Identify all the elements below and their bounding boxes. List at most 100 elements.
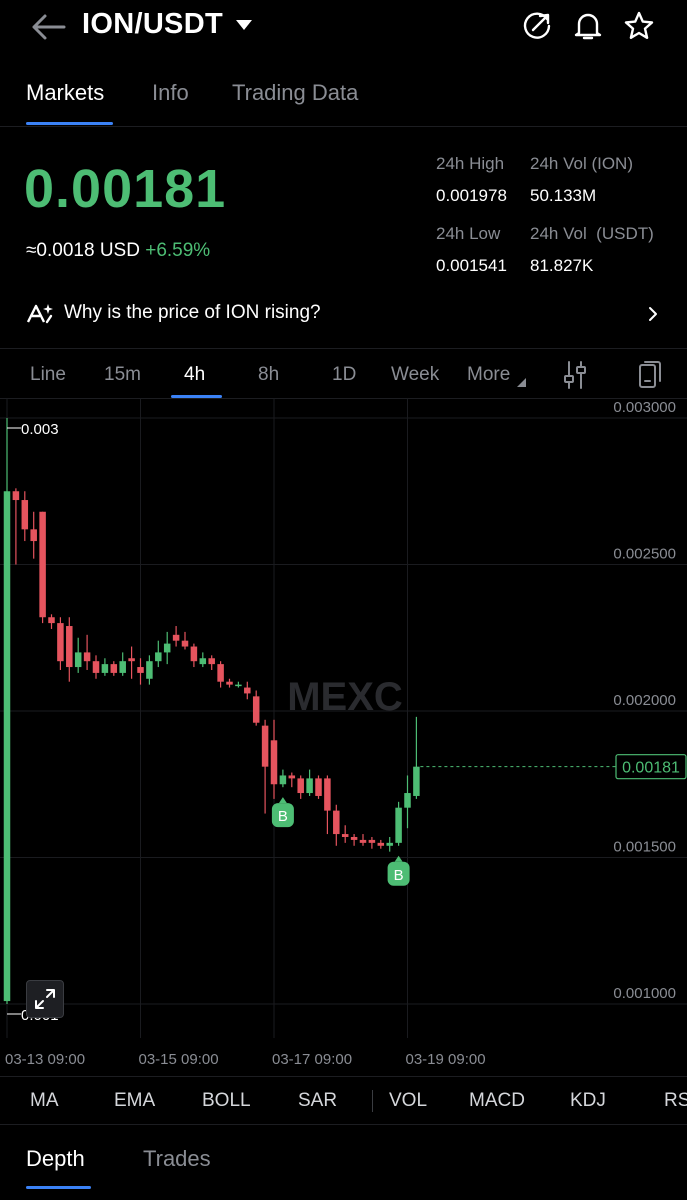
stat-vol-quote-value: 81.827K bbox=[530, 256, 594, 275]
high-marker-label: 0.003 bbox=[21, 421, 59, 438]
fullscreen-chart-icon[interactable] bbox=[637, 360, 663, 390]
last-price: 0.00181 bbox=[24, 159, 227, 219]
candle-body bbox=[261, 725, 269, 767]
candle-body bbox=[404, 793, 411, 808]
stat-high-value: 0.001978 bbox=[436, 186, 507, 205]
candle-body bbox=[48, 617, 55, 624]
tab-markets[interactable]: Markets bbox=[26, 80, 104, 106]
star-icon[interactable] bbox=[623, 10, 655, 42]
indicator-ema[interactable]: EMA bbox=[114, 1090, 155, 1112]
candle-body bbox=[341, 834, 349, 837]
tab-depth[interactable]: Depth bbox=[26, 1146, 85, 1172]
candle-body bbox=[30, 529, 37, 542]
tab-trading-data[interactable]: Trading Data bbox=[232, 80, 358, 106]
more-caret-icon[interactable] bbox=[517, 378, 526, 387]
divider bbox=[0, 1124, 687, 1125]
candle-body bbox=[306, 778, 313, 794]
candle-body bbox=[39, 511, 46, 618]
candle-body bbox=[279, 775, 287, 785]
x-axis-tick-label: 03-13 09:00 bbox=[5, 1051, 85, 1068]
back-arrow-icon[interactable] bbox=[30, 12, 66, 42]
buy-marker-pointer bbox=[394, 855, 403, 862]
y-axis-tick-label: 0.002000 bbox=[613, 692, 676, 709]
candle-body bbox=[288, 775, 296, 779]
candle-body bbox=[377, 842, 385, 846]
interval-4h[interactable]: 4h bbox=[184, 364, 205, 386]
stat-high-label: 24h High bbox=[436, 154, 505, 173]
refresh-icon[interactable] bbox=[521, 10, 553, 42]
chevron-right-icon[interactable] bbox=[646, 304, 660, 324]
candlestick-chart[interactable]: 0.003000 0.002500 0.002000 0.001500 0.001000… bbox=[0, 398, 687, 1078]
candle-body bbox=[163, 643, 171, 653]
candle-body bbox=[83, 652, 91, 662]
price-change: +6.59% bbox=[145, 240, 211, 261]
candle-body bbox=[66, 626, 73, 668]
stat-low-value: 0.001541 bbox=[436, 256, 507, 275]
indicator-rsi[interactable]: RS bbox=[664, 1090, 687, 1112]
expand-chart-button[interactable] bbox=[26, 980, 64, 1018]
indicator-ma[interactable]: MA bbox=[30, 1090, 59, 1112]
candle-body bbox=[110, 664, 118, 673]
bell-icon[interactable] bbox=[572, 10, 604, 42]
indicator-macd[interactable]: MACD bbox=[469, 1090, 525, 1112]
candle-body bbox=[3, 491, 11, 1002]
price-insight-link[interactable]: Why is the price of ION rising? bbox=[64, 302, 321, 324]
candle-body bbox=[119, 661, 126, 673]
candle-body bbox=[324, 778, 331, 811]
x-axis-tick-label: 03-19 09:00 bbox=[406, 1051, 486, 1068]
divider bbox=[0, 348, 687, 349]
interval-more[interactable]: More bbox=[467, 364, 510, 386]
candle-body bbox=[333, 810, 340, 835]
usd-price-line: ≈0.0018 USD +6.59% bbox=[26, 240, 210, 262]
candle-body bbox=[386, 842, 393, 846]
stat-vol-quote-label: 24h Vol (USDT) bbox=[530, 224, 654, 243]
interval-line[interactable]: Line bbox=[30, 364, 66, 386]
candle-body bbox=[368, 839, 376, 843]
interval-15m[interactable]: 15m bbox=[104, 364, 141, 386]
candle-body bbox=[155, 652, 162, 662]
indicator-kdj[interactable]: KDJ bbox=[570, 1090, 606, 1112]
y-axis-tick-label: 0.003000 bbox=[613, 399, 676, 416]
interval-8h[interactable]: 8h bbox=[258, 364, 279, 386]
candle-body bbox=[190, 646, 198, 662]
candle-body bbox=[21, 500, 29, 530]
candle-body bbox=[217, 664, 224, 682]
buy-marker-label: B bbox=[394, 867, 404, 884]
y-axis-tick-label: 0.002500 bbox=[613, 546, 676, 563]
stat-low-label: 24h Low bbox=[436, 224, 501, 243]
buy-marker-pointer bbox=[278, 797, 287, 804]
candle-body bbox=[252, 696, 260, 723]
interval-week[interactable]: Week bbox=[391, 364, 439, 386]
ai-insight-icon bbox=[26, 304, 53, 324]
candle-body bbox=[199, 658, 207, 665]
candle-body bbox=[297, 778, 304, 794]
usd-unit: USD bbox=[99, 240, 140, 261]
candle-body bbox=[315, 778, 322, 796]
candle-body bbox=[137, 667, 144, 673]
divider bbox=[0, 1076, 687, 1077]
tab-info[interactable]: Info bbox=[152, 80, 189, 106]
indicator-divider bbox=[372, 1090, 373, 1112]
candle-body bbox=[12, 491, 20, 501]
candle-body bbox=[181, 640, 189, 647]
indicator-boll[interactable]: BOLL bbox=[202, 1090, 251, 1112]
indicator-sar[interactable]: SAR bbox=[298, 1090, 337, 1112]
candle-body bbox=[359, 839, 367, 843]
candle-body bbox=[413, 766, 420, 796]
chart-settings-icon[interactable] bbox=[562, 360, 588, 390]
candle-body bbox=[395, 807, 402, 843]
candle-body bbox=[57, 623, 64, 662]
y-axis-tick-label: 0.001000 bbox=[613, 985, 676, 1002]
stat-vol-base-value: 50.133M bbox=[530, 186, 597, 205]
chart-watermark: MEXC bbox=[287, 675, 403, 719]
caret-down-icon[interactable] bbox=[236, 20, 252, 30]
expand-icon bbox=[35, 989, 55, 1009]
candle-body bbox=[208, 658, 215, 665]
interval-1d[interactable]: 1D bbox=[332, 364, 356, 386]
pair-title[interactable]: ION/USDT bbox=[82, 8, 223, 41]
candle-body bbox=[92, 661, 100, 673]
indicator-vol[interactable]: VOL bbox=[389, 1090, 427, 1112]
tab-trades[interactable]: Trades bbox=[143, 1146, 211, 1172]
divider bbox=[0, 126, 687, 127]
candle-body bbox=[226, 681, 233, 685]
